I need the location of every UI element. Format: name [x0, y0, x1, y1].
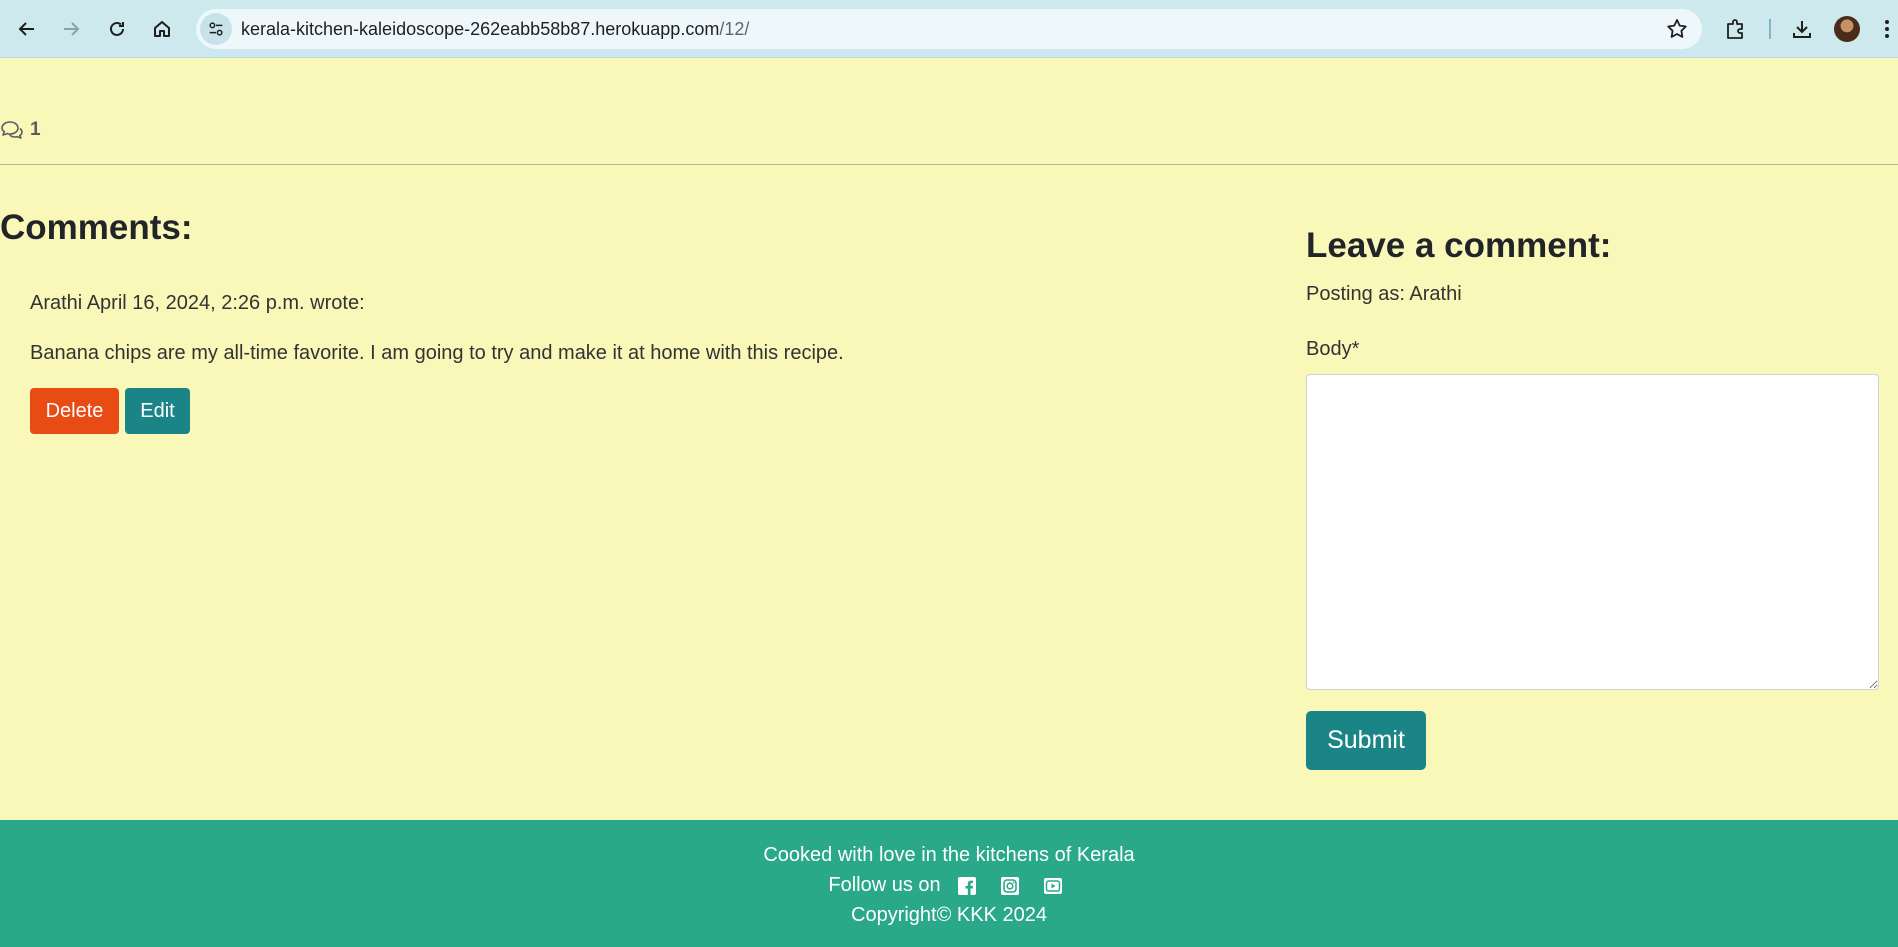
footer-tagline: Cooked with love in the kitchens of Kera… [763, 844, 1135, 866]
extensions-button[interactable] [1717, 11, 1753, 47]
comment-meta: Arathi April 16, 2024, 2:26 p.m. wrote: [30, 292, 365, 314]
puzzle-icon [1727, 19, 1743, 39]
bookmark-star-icon[interactable] [1666, 18, 1688, 40]
footer-copyright: Copyright© KKK 2024 [851, 904, 1047, 926]
comment-count-value: 1 [30, 119, 41, 140]
address-bar[interactable]: kerala-kitchen-kaleidoscope-262eabb58b87… [196, 9, 1702, 49]
downloads-button[interactable] [1784, 11, 1820, 47]
facebook-link[interactable] [951, 875, 984, 897]
profile-avatar[interactable] [1834, 16, 1860, 42]
site-info-button[interactable] [200, 13, 232, 45]
comment-body-textarea[interactable] [1306, 374, 1879, 690]
youtube-icon [1044, 877, 1063, 894]
tune-icon [209, 22, 223, 36]
url-path: /12/ [719, 19, 750, 39]
submit-button[interactable]: Submit [1306, 711, 1426, 770]
instagram-link[interactable] [994, 875, 1027, 897]
comments-icon [1, 121, 23, 139]
menu-button[interactable] [1876, 11, 1898, 47]
body-field-label: Body* [1306, 338, 1360, 360]
back-button[interactable] [9, 11, 45, 47]
reload-button[interactable] [99, 11, 135, 47]
download-icon [1793, 21, 1811, 38]
reload-icon [110, 21, 124, 36]
site-footer: Cooked with love in the kitchens of Kera… [0, 820, 1898, 947]
follow-label: Follow us on [828, 874, 941, 896]
browser-toolbar: kerala-kitchen-kaleidoscope-262eabb58b87… [0, 0, 1898, 58]
forward-button[interactable] [53, 11, 89, 47]
more-vertical-icon [1885, 20, 1889, 38]
footer-follow: Follow us on [0, 874, 1898, 897]
comment-body: Banana chips are my all-time favorite. I… [30, 342, 844, 364]
home-button[interactable] [144, 11, 180, 47]
home-icon [154, 21, 170, 37]
edit-comment-button[interactable]: Edit [125, 388, 190, 434]
comment-count: 1 [0, 119, 41, 141]
url-host: kerala-kitchen-kaleidoscope-262eabb58b87… [241, 19, 720, 39]
leave-comment-heading: Leave a comment: [1306, 226, 1612, 265]
delete-comment-button[interactable]: Delete [30, 388, 119, 434]
posting-as-text: Posting as: Arathi [1306, 283, 1462, 305]
arrow-right-icon [64, 22, 80, 36]
url-text: kerala-kitchen-kaleidoscope-262eabb58b87… [241, 19, 749, 40]
section-divider [0, 164, 1898, 165]
comments-heading: Comments: [0, 208, 193, 247]
instagram-icon [1001, 876, 1020, 895]
arrow-left-icon [18, 22, 34, 36]
facebook-icon [958, 876, 977, 895]
toolbar-separator [1769, 19, 1771, 39]
youtube-link[interactable] [1037, 875, 1070, 897]
